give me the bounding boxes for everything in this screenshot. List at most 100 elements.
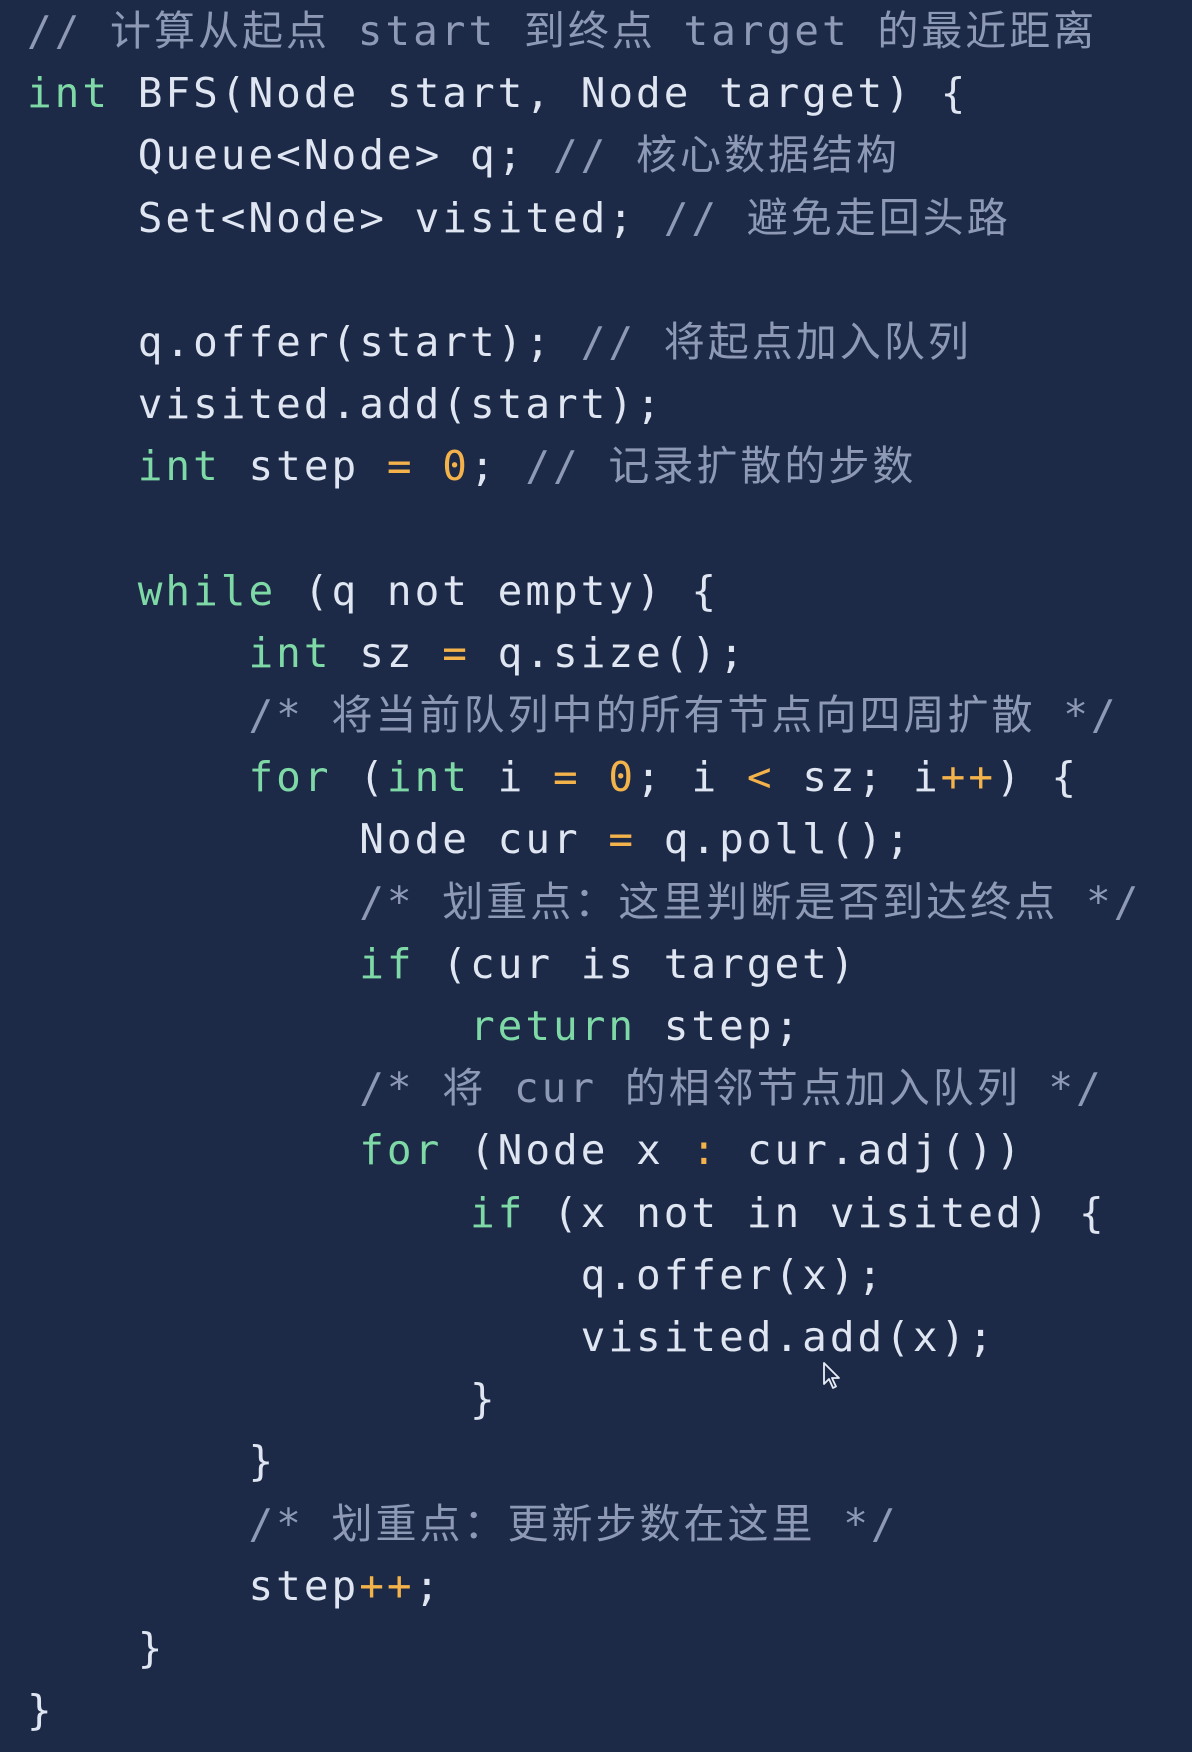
code-line: visited.add(x); — [27, 1306, 1141, 1368]
code-line: Set<Node> visited; // 避免走回头路 — [27, 187, 1141, 249]
number-token: 0 — [608, 753, 637, 802]
keyword-token: int — [137, 442, 221, 491]
operator-token: = — [442, 628, 470, 677]
comment-token: // 计算从起点 start 到终点 target 的最近距离 — [27, 7, 1098, 55]
code-text: q.size(); — [469, 628, 747, 677]
operator-token: ++ — [359, 1561, 415, 1610]
operator-token: ++ — [940, 753, 997, 802]
code-line: q.offer(x); — [27, 1244, 1141, 1306]
operator-token: < — [746, 753, 775, 802]
comment-token: /* 划重点：这里判断是否到达终点 */ — [359, 877, 1142, 926]
code-text: } — [27, 1437, 277, 1486]
code-text: cur.adj()) — [719, 1126, 1024, 1175]
code-line: int BFS(Node start, Node target) { — [27, 62, 1141, 124]
keyword-token: if — [469, 1188, 526, 1237]
code-editor[interactable]: // 计算从起点 start 到终点 target 的最近距离 int BFS(N… — [0, 0, 1192, 1752]
code-text: } — [27, 1375, 498, 1424]
comment-token: /* 划重点：更新步数在这里 */ — [248, 1499, 899, 1548]
code-text: (cur is target) — [414, 939, 858, 988]
keyword-token: int — [248, 628, 332, 677]
code-text: } — [27, 1623, 166, 1672]
code-line: if (cur is target) — [27, 933, 1141, 995]
code-text: (Node x — [442, 1126, 692, 1175]
code-text: i — [469, 753, 554, 802]
code-text: sz; i — [774, 753, 941, 802]
operator-token: = — [553, 753, 581, 802]
code-line: visited.add(start); — [27, 373, 1141, 435]
code-text: ; i — [636, 753, 747, 802]
code-text: ) { — [996, 753, 1080, 802]
code-line: return step; — [27, 995, 1141, 1057]
code-text: ; — [469, 442, 526, 491]
code-line: /* 划重点：更新步数在这里 */ — [27, 1493, 1141, 1555]
code-line: /* 将当前队列中的所有节点向四周扩散 */ — [27, 684, 1141, 746]
operator-token: = — [608, 815, 637, 864]
comment-token: // 避免走回头路 — [663, 193, 1011, 242]
code-line: q.offer(start); // 将起点加入队列 — [27, 311, 1141, 373]
comment-token: /* 将 cur 的相邻节点加入队列 */ — [359, 1064, 1104, 1113]
code-text: } — [27, 1686, 55, 1735]
code-line: step++; — [27, 1555, 1141, 1617]
code-text: BFS(Node start, Node target) { — [110, 69, 969, 118]
comment-token: // 核心数据结构 — [553, 131, 901, 180]
keyword-token: for — [359, 1126, 443, 1175]
code-block[interactable]: // 计算从起点 start 到终点 target 的最近距离 int BFS(N… — [27, 0, 1141, 1741]
keyword-token: return — [469, 1002, 637, 1050]
code-text: q.offer(x); — [27, 1250, 886, 1299]
keyword-token: for — [248, 753, 332, 802]
code-text: visited.add(start); — [27, 380, 664, 429]
code-text: q.poll(); — [636, 815, 913, 864]
comment-token: // 将起点加入队列 — [580, 317, 972, 366]
code-text: q.offer(start); — [27, 317, 581, 366]
code-line: } — [27, 1368, 1141, 1430]
code-text: step; — [636, 1002, 803, 1050]
code-line: } — [27, 1430, 1141, 1492]
number-token: 0 — [442, 442, 470, 491]
keyword-token: int — [27, 69, 111, 118]
keyword-token: while — [137, 566, 277, 615]
code-line: Queue<Node> q; // 核心数据结构 — [27, 124, 1141, 186]
keyword-token: if — [359, 939, 415, 988]
code-line: int step = 0; // 记录扩散的步数 — [27, 435, 1141, 497]
code-text: Set<Node> visited; — [27, 193, 664, 242]
code-line: /* 将 cur 的相邻节点加入队列 */ — [27, 1057, 1141, 1119]
code-text: (q not empty) { — [276, 566, 720, 615]
code-text: (x not in visited) { — [525, 1188, 1107, 1237]
code-line: } — [27, 1617, 1141, 1679]
code-line: // 计算从起点 start 到终点 target 的最近距离 — [27, 0, 1141, 62]
code-line: for (int i = 0; i < sz; i++) { — [27, 746, 1141, 808]
code-text: step — [220, 442, 387, 491]
code-text: step — [27, 1561, 360, 1610]
code-text: Queue<Node> q; — [27, 131, 553, 180]
code-line: Node cur = q.poll(); — [27, 808, 1141, 870]
mouse-pointer-icon — [823, 1362, 840, 1389]
code-line: while (q not empty) { — [27, 560, 1141, 622]
code-text: ; — [414, 1561, 443, 1610]
code-text: visited.add(x); — [27, 1312, 996, 1361]
code-text: sz — [331, 628, 443, 677]
operator-token: = — [386, 442, 415, 491]
code-line: for (Node x : cur.adj()) — [27, 1119, 1141, 1181]
comment-token: /* 将当前队列中的所有节点向四周扩散 */ — [248, 691, 1119, 740]
comment-token: // 记录扩散的步数 — [525, 442, 917, 491]
keyword-token: int — [386, 753, 470, 802]
code-line: if (x not in visited) { — [27, 1182, 1141, 1244]
code-line: } — [27, 1679, 1141, 1741]
operator-token: : — [691, 1126, 720, 1175]
